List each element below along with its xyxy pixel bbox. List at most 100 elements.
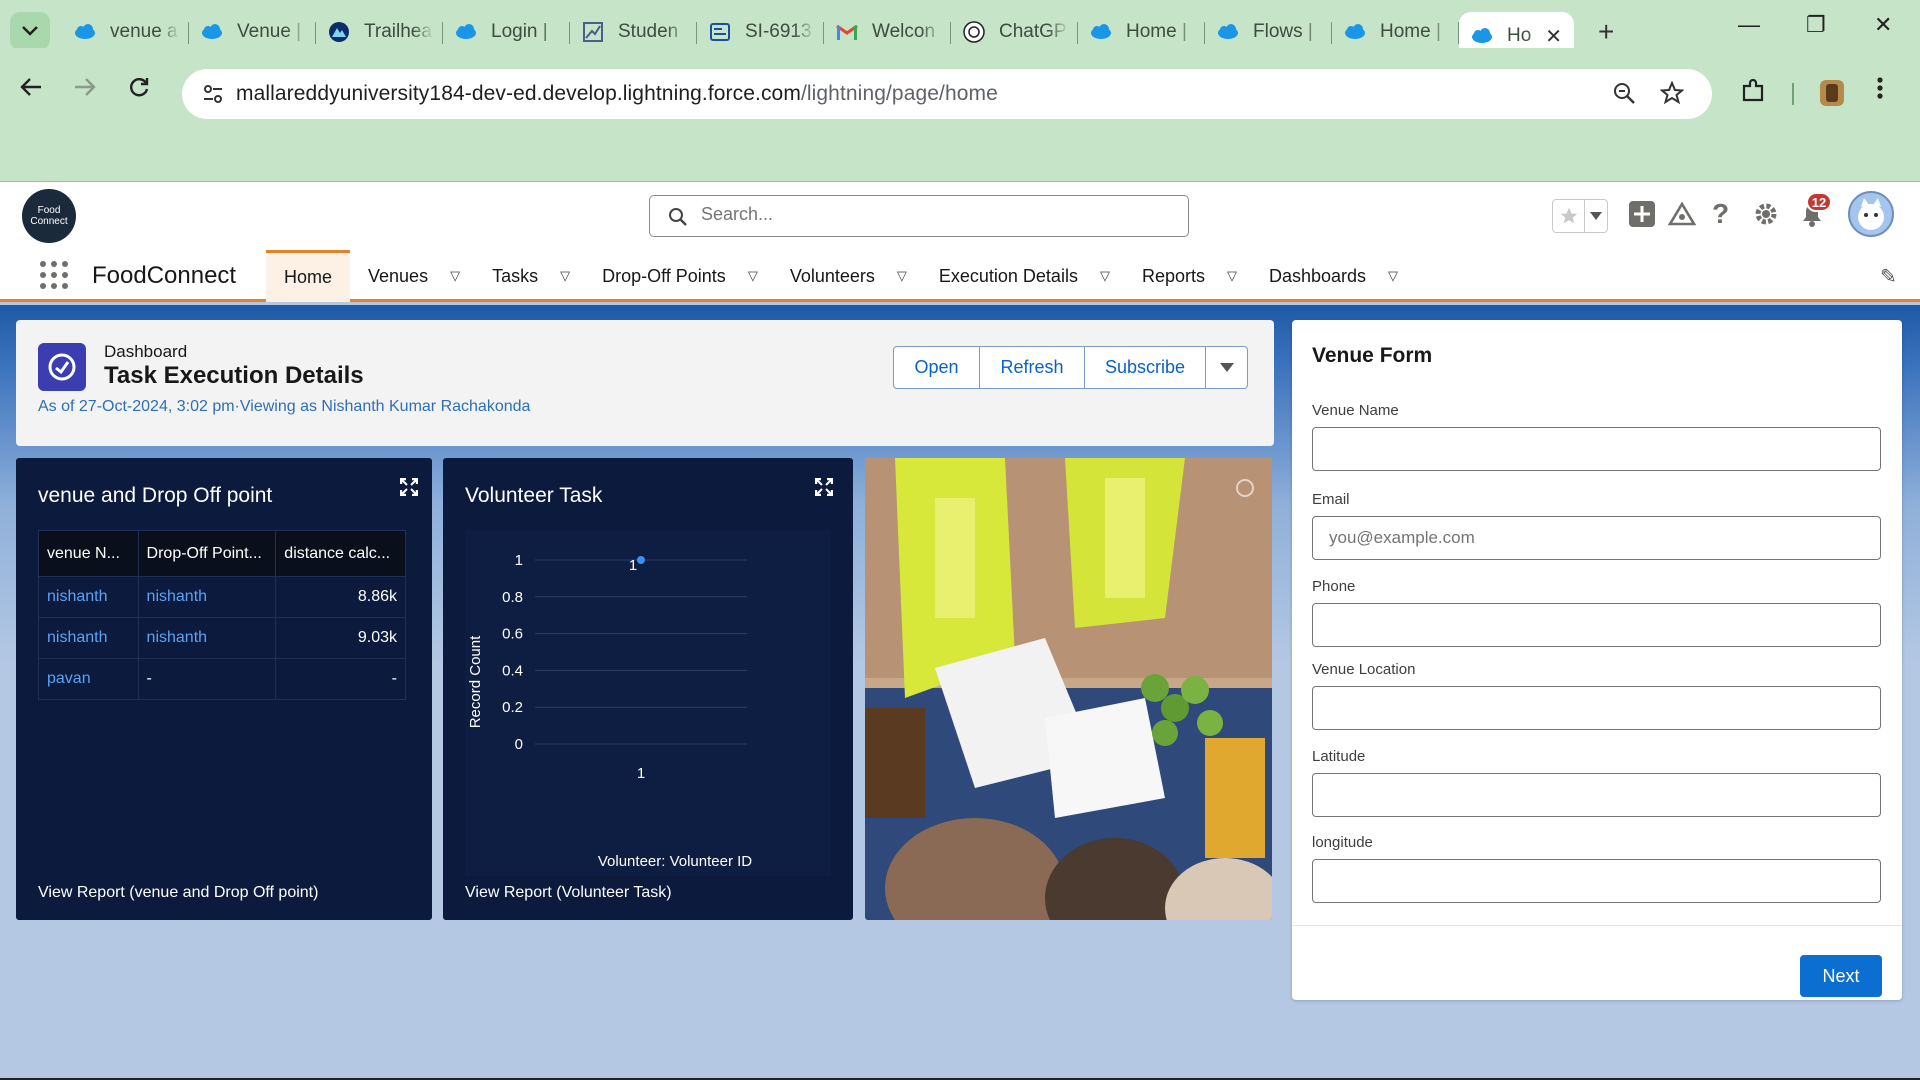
bookmark-star-icon[interactable] (1659, 80, 1685, 111)
more-actions-button[interactable] (1205, 346, 1248, 389)
browser-tab[interactable]: Trailhea (316, 12, 443, 52)
chart-icon (582, 21, 604, 43)
forward-arrow-icon[interactable] (74, 76, 96, 104)
favorites-group[interactable] (1552, 199, 1608, 233)
global-search[interactable] (649, 195, 1189, 237)
chevron-down-icon[interactable]: ▽ (1100, 268, 1110, 284)
nav-tab-home[interactable]: Home (266, 250, 351, 302)
venue-name-label: Venue Name (1312, 402, 1399, 419)
refresh-button[interactable]: Refresh (979, 346, 1085, 389)
open-button[interactable]: Open (893, 346, 980, 389)
browser-tab[interactable]: Home | (1078, 12, 1205, 52)
nav-tab-label: Execution Details (938, 265, 1078, 286)
nav-tab-label: Home (284, 267, 333, 287)
help-icon[interactable]: ? (1712, 198, 1729, 230)
global-actions-icon[interactable] (1628, 200, 1656, 233)
close-icon[interactable]: ✕ (1545, 24, 1562, 49)
nav-tab-label: Volunteers (789, 265, 875, 286)
view-report-link[interactable]: View Report (venue and Drop Off point) (38, 884, 318, 902)
venue-name-link[interactable]: pavan (38, 658, 139, 700)
browser-tab[interactable]: ChatGP (951, 12, 1078, 52)
browser-tab[interactable]: Venue | (189, 12, 316, 52)
logo-text: Food Connect (30, 205, 68, 227)
volunteer-task-chart: 1 0.8 0.6 0.4 0.2 0 1 1 Record Count Voluntee… (467, 552, 752, 870)
favorites-dropdown-icon[interactable] (1585, 200, 1607, 232)
extensions-icon[interactable] (1740, 78, 1766, 111)
expand-icon[interactable] (814, 477, 834, 497)
nav-tab-drop-off-points[interactable]: Drop-Off Points ▽ (584, 250, 772, 302)
data-label: 1 (629, 557, 637, 574)
next-button[interactable]: Next (1800, 955, 1882, 997)
foodconnect-logo[interactable]: Food Connect (22, 189, 76, 243)
chart-x-ticks: 1 (637, 765, 645, 782)
venue-name-input[interactable] (1312, 427, 1881, 471)
nav-tab-volunteers[interactable]: Volunteers ▽ (772, 250, 921, 302)
trailhead-icon (328, 21, 350, 43)
chevron-down-icon[interactable]: ▽ (1227, 268, 1237, 284)
gear-icon[interactable] (1752, 200, 1780, 233)
column-header[interactable]: venue N... (38, 530, 139, 577)
chevron-down-icon[interactable]: ▽ (897, 268, 907, 284)
browser-tab[interactable]: SI-6913 (697, 12, 824, 52)
close-window-icon[interactable]: ✕ (1874, 12, 1892, 38)
y-tick-label: 0.8 (502, 589, 523, 606)
venue-form: Venue Form Venue Name Email Phone Venue … (1292, 320, 1902, 1000)
user-avatar[interactable] (1848, 191, 1894, 237)
browser-tab[interactable]: Welcon (824, 12, 951, 52)
favorite-star-icon[interactable] (1553, 200, 1585, 232)
chevron-down-icon[interactable]: ▽ (450, 268, 460, 284)
nav-tab-reports[interactable]: Reports ▽ (1124, 250, 1251, 302)
view-report-link[interactable]: View Report (Volunteer Task) (465, 884, 672, 902)
column-header[interactable]: Drop-Off Point... (137, 530, 277, 577)
address-bar[interactable]: mallareddyuniversity184-dev-ed.develop.l… (182, 69, 1712, 119)
nav-tab-dashboards[interactable]: Dashboards ▽ (1251, 250, 1412, 302)
latitude-input[interactable] (1312, 773, 1881, 817)
search-input[interactable] (701, 204, 1161, 225)
dropoff-point-link[interactable]: nishanth (137, 617, 277, 659)
edit-nav-pencil-icon[interactable]: ✎ (1880, 264, 1897, 289)
restore-icon[interactable]: ❐ (1806, 12, 1826, 38)
browser-tab[interactable]: venue a (62, 12, 189, 52)
app-launcher-icon[interactable] (40, 261, 68, 289)
data-point[interactable] (637, 556, 645, 564)
expand-icon[interactable] (399, 477, 419, 497)
nav-tab-execution-details[interactable]: Execution Details ▽ (921, 250, 1124, 302)
chatgpt-icon (963, 21, 985, 43)
browser-tab[interactable]: Home | (1332, 12, 1459, 52)
volunteer-task-card: Volunteer Task 1 0.8 0.6 0.4 0.2 0 1 1 Record… (443, 458, 853, 920)
reload-icon[interactable] (128, 76, 150, 105)
tab-title: Login | (491, 21, 548, 42)
distance-value: 9.03k (275, 617, 406, 659)
zoom-icon[interactable] (1612, 81, 1636, 111)
back-arrow-icon[interactable] (20, 76, 42, 104)
x-axis-label: Volunteer: Volunteer ID (598, 853, 752, 870)
site-settings-icon[interactable] (200, 81, 226, 107)
gmail-icon (836, 21, 858, 43)
chevron-down-icon[interactable]: ▽ (560, 268, 570, 284)
new-tab-plus-icon[interactable]: + (1598, 16, 1614, 48)
minimize-icon[interactable]: — (1738, 12, 1760, 38)
longitude-input[interactable] (1312, 859, 1881, 903)
phone-input[interactable] (1312, 603, 1881, 647)
venue-name-link[interactable]: nishanth (38, 617, 139, 659)
more-menu-icon[interactable] (1876, 76, 1884, 107)
venue-location-input[interactable] (1312, 686, 1881, 730)
dropoff-point-link[interactable]: nishanth (137, 576, 277, 618)
browser-tab[interactable]: Flows | (1205, 12, 1332, 52)
browser-tab[interactable]: Login | (443, 12, 570, 52)
trailhead-guide-icon[interactable] (1667, 200, 1697, 233)
dashboard-actions: Open Refresh Subscribe (893, 346, 1248, 389)
venue-name-link[interactable]: nishanth (38, 576, 139, 618)
search-icon (668, 207, 688, 232)
profile-avatar-icon[interactable] (1818, 78, 1846, 115)
nav-tab-venues[interactable]: Venues ▽ (350, 250, 474, 302)
nav-tab-tasks[interactable]: Tasks ▽ (474, 250, 584, 302)
subscribe-button[interactable]: Subscribe (1084, 346, 1206, 389)
chevron-down-icon[interactable]: ▽ (748, 268, 758, 284)
caret-down-icon (1219, 363, 1234, 372)
chevron-down-icon[interactable]: ▽ (1388, 268, 1398, 284)
tab-search-button[interactable] (10, 12, 50, 50)
browser-tab[interactable]: Studen (570, 12, 697, 52)
email-input[interactable] (1312, 516, 1881, 560)
column-header[interactable]: distance calc... (275, 530, 406, 577)
